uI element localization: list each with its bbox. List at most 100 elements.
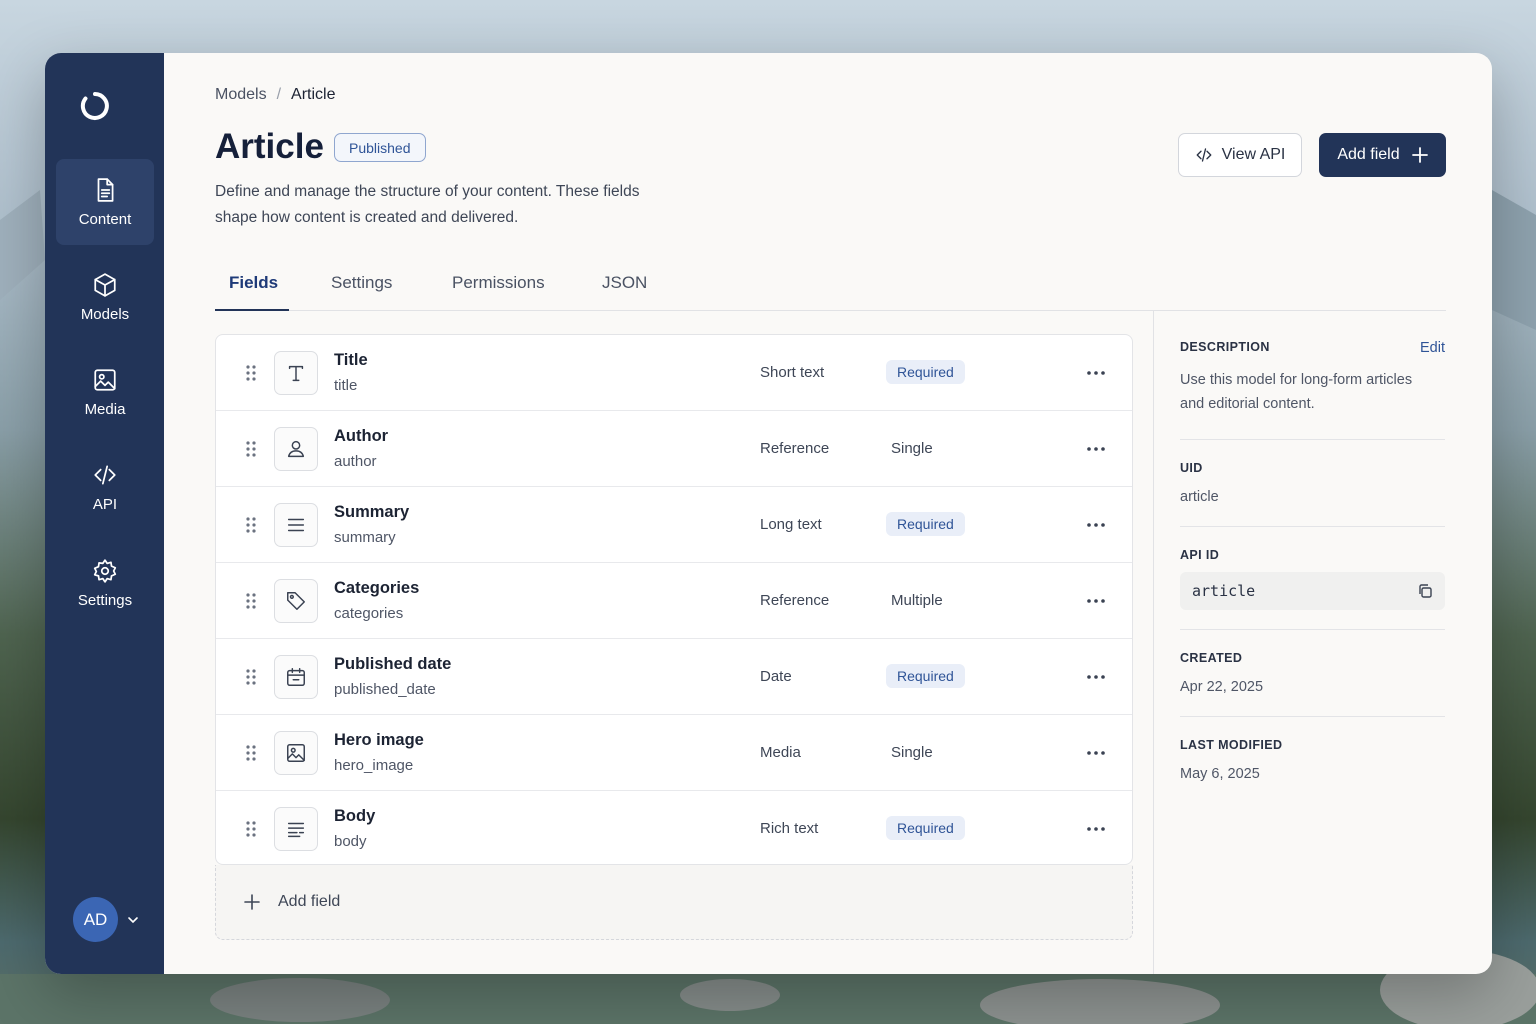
- field-type-icon-box: [274, 579, 318, 623]
- tab-json[interactable]: JSON: [602, 273, 647, 293]
- page-description: Define and manage the structure of your …: [215, 183, 640, 226]
- sidebar-item-label: Models: [80, 305, 130, 323]
- add-field-row[interactable]: Add field: [215, 865, 1133, 940]
- more-options-icon[interactable]: [1086, 669, 1106, 685]
- field-type: Short text: [760, 364, 825, 381]
- field-name: Published date: [334, 655, 452, 673]
- text-icon: [288, 365, 304, 382]
- drag-handle-icon[interactable]: [245, 592, 257, 610]
- field-row-body[interactable]: Body body Rich text Required: [216, 791, 1132, 864]
- tab-permissions[interactable]: Permissions: [452, 273, 545, 293]
- field-row-author[interactable]: Author author Reference Single: [216, 411, 1132, 487]
- more-options-icon[interactable]: [1086, 441, 1106, 457]
- view-api-button[interactable]: View API: [1178, 133, 1302, 177]
- tag-icon: [287, 592, 305, 610]
- last-modified-section: LAST MODIFIED May 6, 2025: [1180, 738, 1445, 786]
- field-key: title: [334, 377, 358, 394]
- user-icon: [287, 440, 305, 458]
- api-id-section: API ID article: [1180, 548, 1445, 610]
- divider: [1180, 526, 1445, 527]
- plus-icon: [244, 894, 260, 910]
- tab-fields[interactable]: Fields: [229, 273, 278, 293]
- uid-value: article: [1180, 489, 1219, 505]
- breadcrumb: Models / Article: [215, 86, 335, 104]
- created-label: CREATED: [1180, 651, 1243, 665]
- cardinality-label: Single: [891, 744, 933, 761]
- field-name: Hero image: [334, 731, 424, 749]
- field-name: Categories: [334, 579, 420, 597]
- field-row-title[interactable]: Title title Short text Required: [216, 335, 1132, 411]
- fields-list: Title title Short text Required Author a…: [215, 334, 1133, 865]
- tab-settings[interactable]: Settings: [331, 273, 392, 293]
- active-tab-indicator: [215, 309, 289, 311]
- description-section: DESCRIPTION Edit Use this model for long…: [1180, 340, 1445, 416]
- field-row-summary[interactable]: Summary summary Long text Required: [216, 487, 1132, 563]
- api-id-field[interactable]: article: [1180, 572, 1445, 610]
- last-modified-label: LAST MODIFIED: [1180, 738, 1283, 752]
- more-options-icon[interactable]: [1086, 517, 1106, 533]
- field-key: summary: [334, 529, 396, 546]
- status-badge: Published: [334, 133, 426, 162]
- avatar[interactable]: AD: [73, 897, 118, 942]
- add-field-label: Add field: [1337, 146, 1400, 163]
- chevron-down-icon[interactable]: [126, 913, 140, 927]
- image-icon: [94, 368, 116, 391]
- field-name: Summary: [334, 503, 410, 521]
- cardinality-label: Multiple: [891, 592, 943, 609]
- required-badge: Required: [886, 816, 965, 840]
- copy-icon[interactable]: [1417, 583, 1433, 599]
- code-icon: [94, 464, 116, 485]
- drag-handle-icon[interactable]: [245, 668, 257, 686]
- sidebar-item-api[interactable]: API: [56, 444, 154, 530]
- required-badge: Required: [886, 360, 965, 384]
- divider: [1180, 629, 1445, 630]
- drag-handle-icon[interactable]: [245, 440, 257, 458]
- sidebar-item-label: Content: [78, 210, 132, 228]
- calendar-icon: [287, 668, 305, 686]
- drag-handle-icon[interactable]: [245, 364, 257, 382]
- main-content: Models / Article Article Published Defin…: [164, 53, 1492, 974]
- cardinality-label: Single: [891, 440, 933, 457]
- more-options-icon[interactable]: [1086, 745, 1106, 761]
- field-type-icon-box: [274, 351, 318, 395]
- drag-handle-icon[interactable]: [245, 516, 257, 534]
- sidebar-item-settings[interactable]: Settings: [56, 540, 154, 626]
- field-key: published_date: [334, 681, 436, 698]
- sidebar-item-models[interactable]: Models: [56, 254, 154, 340]
- page-title: Article: [215, 127, 324, 166]
- sidebar-item-content[interactable]: Content: [56, 159, 154, 245]
- required-badge: Required: [886, 664, 965, 688]
- divider: [1180, 439, 1445, 440]
- file-text-icon: [97, 177, 114, 202]
- view-api-label: View API: [1221, 146, 1286, 163]
- required-badge: Required: [886, 512, 965, 536]
- drag-handle-icon[interactable]: [245, 744, 257, 762]
- field-type-icon-box: [274, 807, 318, 851]
- add-field-button[interactable]: Add field: [1319, 133, 1446, 177]
- sidebar-item-media[interactable]: Media: [56, 349, 154, 435]
- divider: [1180, 716, 1445, 717]
- last-modified-value: May 6, 2025: [1180, 766, 1260, 782]
- field-row-categories[interactable]: Categories categories Reference Multiple: [216, 563, 1132, 639]
- field-row-published-date[interactable]: Published date published_date Date Requi…: [216, 639, 1132, 715]
- edit-description-link[interactable]: Edit: [1420, 340, 1445, 356]
- breadcrumb-parent[interactable]: Models: [215, 86, 267, 104]
- drag-handle-icon[interactable]: [245, 820, 257, 838]
- more-options-icon[interactable]: [1086, 365, 1106, 381]
- field-type-icon-box: [274, 427, 318, 471]
- code-icon: [1196, 148, 1212, 162]
- plus-icon: [1411, 147, 1428, 163]
- sidebar-item-label: Media: [84, 400, 126, 418]
- created-value: Apr 22, 2025: [1180, 679, 1264, 695]
- field-key: author: [334, 453, 377, 470]
- add-field-row-label: Add field: [278, 893, 341, 910]
- field-type: Rich text: [760, 820, 819, 837]
- uid-section: UID article: [1180, 461, 1445, 509]
- field-row-hero-image[interactable]: Hero image hero_image Media Single: [216, 715, 1132, 791]
- more-options-icon[interactable]: [1086, 821, 1106, 837]
- uid-label: UID: [1180, 461, 1203, 475]
- more-options-icon[interactable]: [1086, 593, 1106, 609]
- field-key: hero_image: [334, 757, 414, 774]
- field-type: Reference: [760, 440, 830, 457]
- field-type: Reference: [760, 592, 830, 609]
